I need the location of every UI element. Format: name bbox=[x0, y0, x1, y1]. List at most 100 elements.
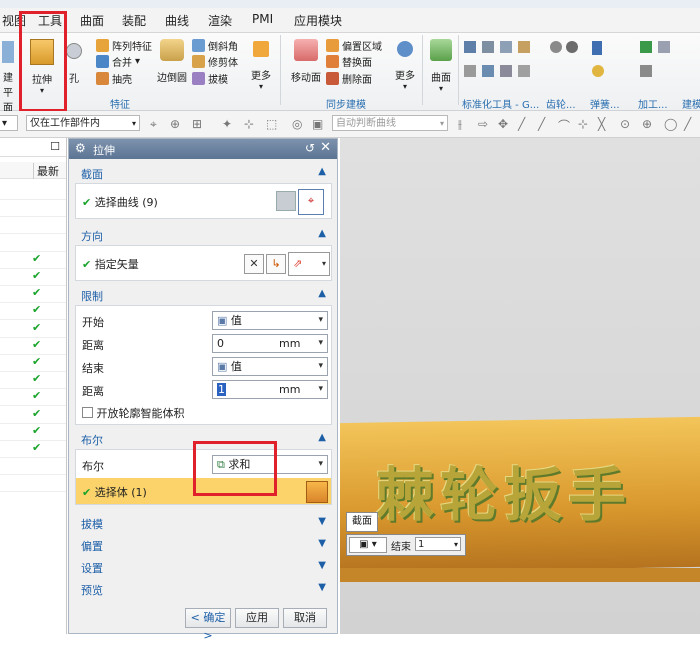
trim-body-button[interactable]: 修剪体 bbox=[192, 54, 238, 69]
pattern-feature-button[interactable]: 阵列特征 bbox=[96, 38, 152, 53]
cancel-button[interactable]: 取消 bbox=[283, 608, 327, 628]
sketch-section-icon[interactable] bbox=[276, 191, 296, 211]
edge-icon[interactable]: ⊹ bbox=[244, 117, 254, 131]
navigator-row[interactable]: ✔ bbox=[0, 423, 66, 441]
graphics-viewport[interactable]: 棘轮扳手 截面 ▣ ▾ 结束 1 ▾ bbox=[340, 138, 700, 634]
tool-icon[interactable] bbox=[482, 41, 494, 53]
process-icon[interactable] bbox=[640, 41, 652, 53]
end-onscreen-value[interactable]: 1 ▾ bbox=[415, 537, 461, 551]
body-icon[interactable]: ◎ bbox=[292, 117, 302, 131]
start-type-dropdown[interactable]: ▣ 值 ▾ bbox=[212, 311, 328, 330]
select-curve-row[interactable]: ✔ 选择曲线 (9) bbox=[82, 194, 158, 210]
body-cube-icon[interactable] bbox=[306, 481, 328, 503]
menu-application[interactable]: 应用模块 bbox=[294, 12, 342, 29]
start-distance-input[interactable]: 0 mm ▾ bbox=[212, 334, 328, 353]
chamfer-button[interactable]: 倒斜角 bbox=[192, 38, 238, 53]
end-type-dropdown[interactable]: ▣ 值 ▾ bbox=[212, 357, 328, 376]
snap-mid-icon[interactable]: ⇨ bbox=[478, 117, 488, 131]
latest-column-header[interactable]: 最新 bbox=[33, 163, 59, 179]
limits-header[interactable]: 限制 ▲ bbox=[75, 285, 332, 305]
navigator-row[interactable]: ✔ bbox=[0, 406, 66, 424]
curve-select-icon[interactable]: ⌖ bbox=[298, 189, 324, 215]
move-face-button[interactable]: 移动面 bbox=[288, 39, 324, 84]
snap-grid-icon[interactable]: ✥ bbox=[498, 117, 508, 131]
cube-icon[interactable]: ▣ bbox=[312, 117, 323, 131]
open-profile-checkbox[interactable] bbox=[82, 407, 93, 418]
navigator-row[interactable] bbox=[0, 474, 66, 493]
navigator-row[interactable]: ✔ bbox=[0, 337, 66, 355]
navigator-row[interactable]: ✔ bbox=[0, 302, 66, 321]
reset-icon[interactable]: ↺ bbox=[305, 141, 315, 155]
offset-region-button[interactable]: 偏置区域 bbox=[326, 38, 382, 53]
menu-assembly[interactable]: 装配 bbox=[122, 12, 146, 29]
menu-render[interactable]: 渲染 bbox=[208, 12, 232, 29]
more2-button[interactable]: 更多 ▾ bbox=[392, 41, 418, 91]
preview-header[interactable]: 预览 ▼ bbox=[75, 579, 332, 599]
type-filter-dropdown[interactable]: ▾ bbox=[0, 115, 18, 131]
tool-icon[interactable] bbox=[464, 65, 476, 77]
snap-circle-icon[interactable]: ⊙ bbox=[620, 117, 630, 131]
draft-header[interactable]: 拔模 ▼ bbox=[75, 513, 332, 533]
navigator-row[interactable]: ✔ bbox=[0, 285, 66, 304]
menu-surface[interactable]: 曲面 bbox=[80, 12, 104, 29]
snap-tangent-icon[interactable]: ⌒ bbox=[558, 117, 570, 134]
gear-icon[interactable] bbox=[566, 41, 578, 53]
vector-type-dropdown[interactable]: ⇗ ▾ bbox=[288, 252, 330, 276]
navigator-row[interactable] bbox=[0, 457, 66, 476]
tool-icon[interactable] bbox=[518, 41, 530, 53]
snap-icon[interactable]: ⊞ bbox=[192, 117, 202, 131]
gear-icon[interactable] bbox=[550, 41, 562, 53]
navigator-row[interactable]: ✔ bbox=[0, 388, 66, 407]
end-handle-type[interactable]: ▣ ▾ bbox=[349, 537, 387, 553]
tool-icon[interactable] bbox=[518, 65, 530, 77]
curve-rule-dropdown[interactable]: 自动判断曲线 ▾ bbox=[332, 115, 448, 131]
direction-header[interactable]: 方向 ▲ bbox=[75, 225, 332, 245]
tool-icon[interactable] bbox=[464, 41, 476, 53]
settings-header[interactable]: 设置 ▼ bbox=[75, 557, 332, 577]
navigator-row[interactable]: ✔ bbox=[0, 440, 66, 458]
snap-quad-icon[interactable]: ◯ bbox=[664, 117, 677, 131]
datum-plane-button[interactable]: 建平面 bbox=[0, 41, 16, 114]
shell-button[interactable]: 抽壳 bbox=[96, 71, 132, 86]
reverse-direction-icon[interactable]: ✕ bbox=[244, 254, 264, 274]
snap-line-icon[interactable]: ╱ bbox=[518, 117, 525, 131]
point-icon[interactable]: ✦ bbox=[222, 117, 232, 131]
menu-pmi[interactable]: PMI bbox=[252, 12, 273, 26]
open-profile-row[interactable]: 开放轮廓智能体积 bbox=[82, 405, 185, 421]
navigator-row[interactable]: ✔ bbox=[0, 371, 66, 390]
filter-icon[interactable]: ⊕ bbox=[170, 117, 180, 131]
vector-dialog-icon[interactable]: ↳ bbox=[266, 254, 286, 274]
delete-face-button[interactable]: 删除面 bbox=[326, 71, 372, 86]
navigator-row[interactable] bbox=[0, 234, 66, 252]
menu-curve[interactable]: 曲线 bbox=[165, 12, 189, 29]
scope-filter-dropdown[interactable]: 仅在工作部件内 ▾ bbox=[26, 115, 140, 131]
process-icon[interactable] bbox=[658, 41, 670, 53]
process-icon[interactable] bbox=[640, 65, 652, 77]
section-tooltip[interactable]: 截面 bbox=[346, 512, 378, 532]
apply-button[interactable]: 应用 bbox=[235, 608, 279, 628]
more-button[interactable]: 更多 ▾ bbox=[248, 41, 274, 91]
navigator-row[interactable]: ✔ bbox=[0, 268, 66, 286]
tool-icon[interactable] bbox=[500, 65, 512, 77]
snap-arc-icon[interactable]: ╱ bbox=[538, 117, 545, 131]
end-onscreen-input[interactable]: ▣ ▾ 结束 1 ▾ bbox=[346, 534, 466, 556]
snap-center-icon[interactable]: ⊕ bbox=[642, 117, 652, 131]
navigator-row[interactable] bbox=[0, 182, 66, 200]
snap-intersect-icon[interactable]: ╳ bbox=[598, 117, 605, 131]
close-icon[interactable]: ✕ bbox=[320, 140, 331, 155]
replace-face-button[interactable]: 替换面 bbox=[326, 54, 372, 69]
navigator-row[interactable]: ✔ bbox=[0, 251, 66, 269]
unite-button[interactable]: 合并 ▾ bbox=[96, 54, 140, 69]
end-distance-input[interactable]: 1 mm ▾ bbox=[212, 380, 328, 399]
spring-icon[interactable] bbox=[592, 41, 602, 55]
specify-vector-row[interactable]: ✔ 指定矢量 bbox=[82, 256, 139, 272]
edge-blend-button[interactable]: 边倒圆 bbox=[156, 39, 188, 84]
offset-header[interactable]: 偏置 ▼ bbox=[75, 535, 332, 555]
select-icon[interactable]: ⌖ bbox=[150, 117, 157, 132]
snap-on-curve-icon[interactable]: ╱ bbox=[684, 117, 691, 131]
rect-select-icon[interactable]: ⬚ bbox=[266, 117, 277, 131]
navigator-row[interactable]: ✔ bbox=[0, 354, 66, 372]
hole-button[interactable]: 孔 bbox=[64, 43, 84, 85]
tool-icon[interactable] bbox=[482, 65, 494, 77]
spring-icon[interactable] bbox=[592, 65, 604, 77]
